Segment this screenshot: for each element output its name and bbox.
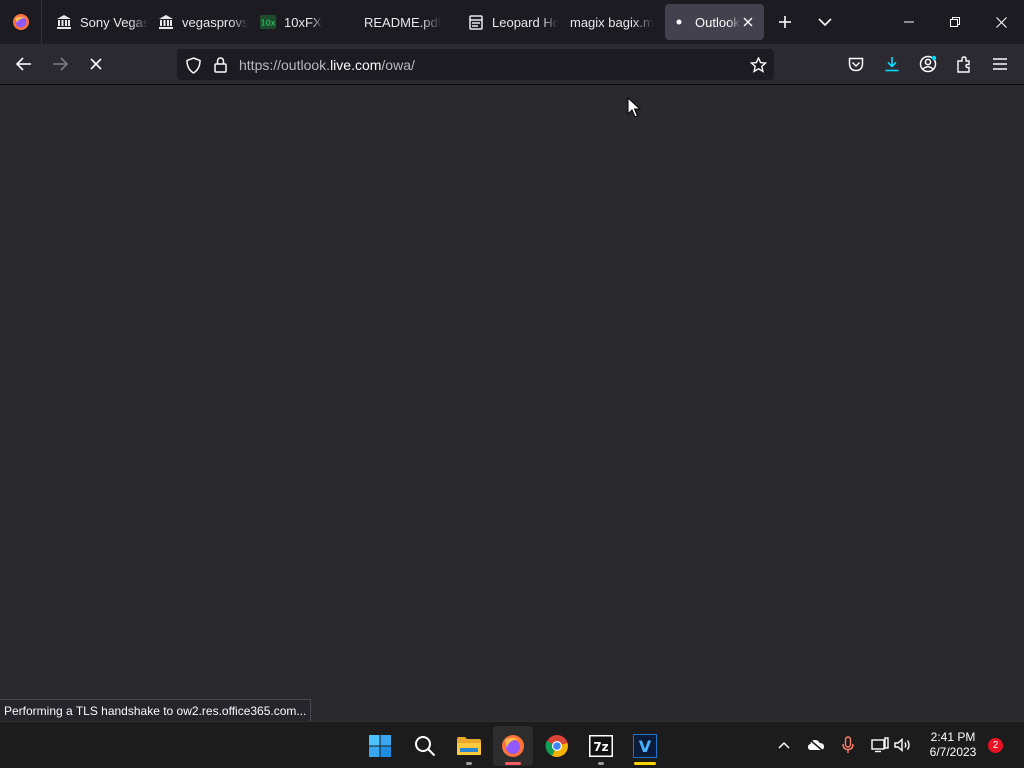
10xfx-icon: 10x [260, 14, 276, 30]
url-domain: live.com [330, 57, 382, 73]
firefox-view-button[interactable] [0, 0, 42, 44]
taskbar: 7z V 2:41 PM 6/7/2023 2 [0, 721, 1024, 768]
search-icon [415, 736, 436, 757]
arrow-left-icon [16, 57, 31, 71]
url-path: /owa/ [381, 57, 415, 73]
svg-text:V: V [639, 737, 652, 756]
download-icon [885, 57, 899, 72]
page-content: Performing a TLS handshake to ow2.res.of… [0, 85, 1024, 721]
7zip-app[interactable]: 7z [581, 726, 621, 766]
network-tray[interactable] [869, 734, 891, 756]
start-button[interactable] [360, 726, 400, 766]
tab-title: magix bagix.m [570, 14, 654, 30]
tracking-protection-shield-icon[interactable] [184, 56, 202, 74]
show-hidden-icons-button[interactable] [773, 734, 795, 756]
clock-date: 6/7/2023 [929, 745, 977, 759]
tab-10xfx[interactable]: 10x 10xFX [254, 4, 352, 40]
network-icon [871, 737, 889, 753]
chrome-icon [545, 735, 568, 757]
7zip-icon: 7z [589, 735, 613, 757]
list-all-tabs-button[interactable] [811, 8, 839, 36]
tab-title: Outlook [695, 14, 740, 30]
chrome-app[interactable] [537, 726, 577, 766]
lock-icon[interactable] [211, 56, 229, 74]
screen: Sony Vegas vegasprovs 10x 10xFX README.p… [0, 0, 1024, 768]
volume-tray[interactable] [892, 734, 914, 756]
speaker-icon [894, 738, 910, 752]
vegas-pro-app[interactable]: V [625, 726, 665, 766]
clock[interactable]: 2:41 PM 6/7/2023 [918, 730, 988, 760]
clock-time: 2:41 PM [930, 730, 976, 744]
tab-title: vegasprovs [182, 14, 249, 30]
app-menu-button[interactable] [985, 49, 1015, 79]
bookmark-star-icon[interactable] [749, 56, 767, 74]
tab-vegasprovs[interactable]: vegasprovs [152, 4, 250, 40]
back-button[interactable] [9, 49, 39, 79]
microphone-icon [842, 736, 854, 753]
running-indicator [598, 762, 604, 765]
downloads-button[interactable] [877, 49, 907, 79]
url-text[interactable]: https://outlook.live.com/owa/ [239, 57, 415, 73]
extensions-button[interactable] [949, 49, 979, 79]
plus-icon [779, 16, 791, 28]
tab-outlook[interactable]: Outlook [665, 4, 764, 40]
account-button[interactable] [913, 49, 943, 79]
chevron-down-icon [818, 18, 832, 27]
tab-leopard[interactable]: Leopard Ho [462, 4, 558, 40]
restore-button[interactable] [932, 0, 978, 44]
folder-icon [457, 737, 481, 755]
svg-text:7z: 7z [593, 740, 608, 754]
tab-title: 10xFX [284, 14, 322, 30]
file-explorer-app[interactable] [449, 726, 489, 766]
document-icon [468, 14, 484, 30]
minimize-icon [904, 21, 914, 23]
tab-title: Sony Vegas [80, 14, 148, 30]
loading-dot-icon [671, 14, 687, 30]
stop-loading-icon [90, 58, 102, 70]
pocket-icon [848, 57, 864, 71]
arrow-right-icon [53, 57, 68, 71]
restore-icon [950, 17, 960, 27]
active-indicator [505, 762, 521, 765]
pocket-button[interactable] [841, 49, 871, 79]
chevron-up-icon [778, 741, 790, 749]
stop-button[interactable] [81, 49, 111, 79]
close-window-button[interactable] [978, 0, 1024, 44]
tab-strip: Sony Vegas vegasprovs 10x 10xFX README.p… [0, 0, 1024, 44]
forward-button[interactable] [45, 49, 75, 79]
navigation-toolbar: https://outlook.live.com/owa/ [0, 44, 1024, 85]
tab-title: README.pdf [364, 14, 442, 30]
active-indicator [634, 762, 656, 765]
account-icon [919, 55, 937, 73]
notification-badge[interactable]: 2 [988, 738, 1003, 753]
windows-logo-icon [369, 735, 391, 757]
tab-sony-vegas[interactable]: Sony Vegas [50, 4, 148, 40]
address-bar[interactable]: https://outlook.live.com/owa/ [177, 49, 774, 80]
vegas-pro-icon: V [633, 734, 657, 758]
mouse-cursor-icon [627, 97, 641, 118]
close-icon [995, 16, 1007, 28]
running-indicator [466, 762, 472, 765]
firefox-icon [502, 735, 524, 757]
microphone-tray[interactable] [837, 734, 859, 756]
status-panel: Performing a TLS handshake to ow2.res.of… [0, 699, 312, 721]
bank-icon [158, 14, 174, 30]
firefox-icon [12, 14, 29, 30]
minimize-button[interactable] [886, 0, 932, 44]
svg-text:10x: 10x [261, 19, 276, 28]
bank-icon [56, 14, 72, 30]
firefox-app[interactable] [493, 726, 533, 766]
onedrive-tray[interactable] [805, 734, 827, 756]
puzzle-icon [957, 55, 970, 73]
search-button[interactable] [405, 726, 445, 766]
url-prefix: https://outlook. [239, 57, 331, 73]
tab-title: Leopard Ho [492, 14, 558, 30]
hamburger-menu-icon [993, 58, 1007, 70]
tab-magix[interactable]: magix bagix.m [564, 4, 660, 40]
tab-readme-pdf[interactable]: README.pdf [358, 4, 458, 40]
close-tab-icon[interactable] [740, 14, 756, 30]
cloud-offline-icon [808, 738, 824, 752]
new-tab-button[interactable] [771, 8, 799, 36]
